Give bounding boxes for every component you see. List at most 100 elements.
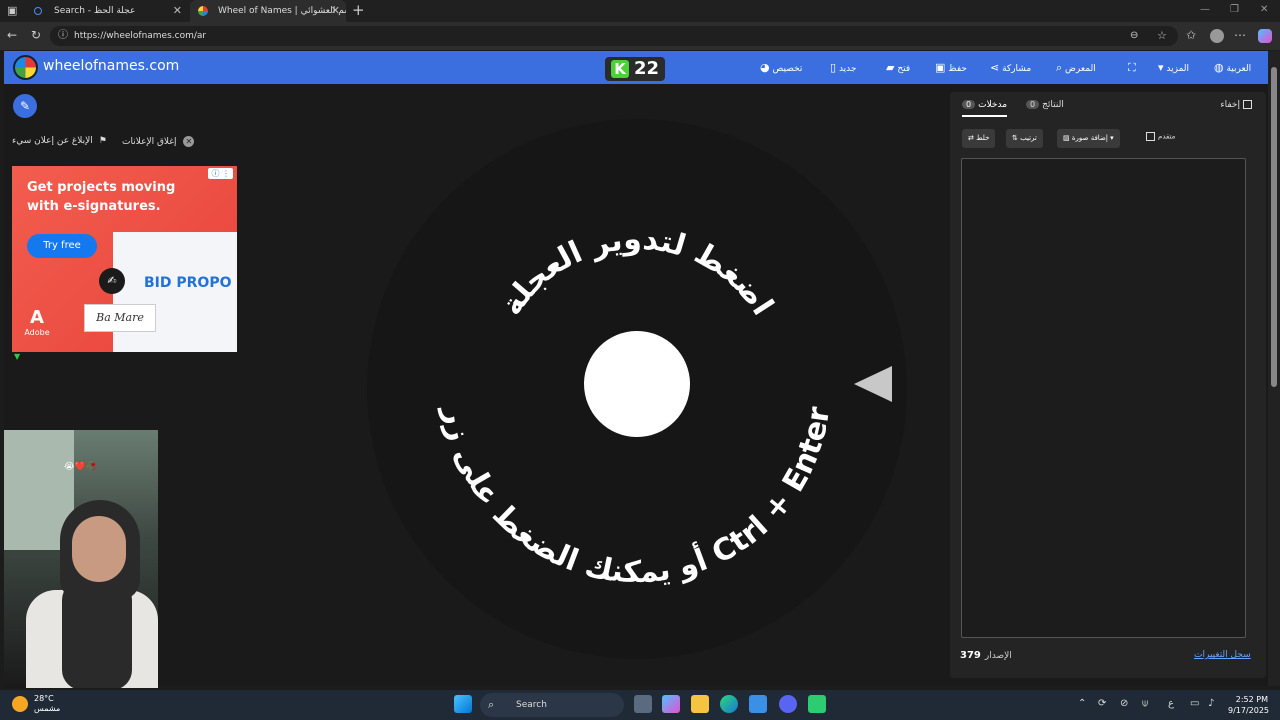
windows-start-icon[interactable] (454, 695, 472, 713)
palette-icon: ◕ (760, 61, 770, 74)
copilot-icon[interactable] (662, 695, 680, 713)
close-window-icon[interactable]: ✕ (1260, 4, 1268, 15)
advertisement[interactable]: Get projects moving with e-signatures. T… (12, 166, 237, 352)
changelog-link[interactable]: سجل التغييرات (1194, 650, 1251, 660)
page-scrollbar[interactable] (1268, 51, 1280, 686)
chevron-down-icon: ▾ (1110, 134, 1114, 142)
close-icon[interactable]: ✕ (331, 0, 340, 22)
tab-label: Search - عجلة الحظ (54, 6, 136, 16)
reader-icon[interactable]: ⊖ (1130, 26, 1138, 46)
discord-icon[interactable] (779, 695, 797, 713)
add-image-button[interactable]: ▨ إضافة صورة ▾ (1057, 129, 1120, 148)
open-button[interactable]: ▰ فتح (882, 51, 910, 84)
checkbox-icon (1146, 132, 1155, 141)
ad-brand-text: BID PROPO (144, 275, 232, 291)
version-info: 379 الإصدار (960, 650, 1012, 661)
close-ads-link[interactable]: إغلاق الإعلانات ✕ (122, 136, 195, 147)
store-icon[interactable] (749, 695, 767, 713)
tab-entries[interactable]: 0 مدخلات (962, 100, 1008, 117)
sort-button[interactable]: ⇅ ترتيب (1006, 129, 1043, 148)
wifi-off-icon[interactable]: ⊘ (1120, 698, 1128, 709)
refresh-icon[interactable]: ↻ (31, 28, 41, 42)
wheel-center[interactable] (584, 331, 690, 437)
tab-actions-icon[interactable]: ▣ (7, 4, 17, 17)
webcam-person-face (72, 516, 126, 582)
customize-button[interactable]: ◕ تخصيص (756, 51, 802, 84)
ad-headline: Get projects moving with e-signatures. (27, 180, 176, 214)
tab-search[interactable]: Search - عجلة الحظ ✕ (26, 0, 188, 22)
pencil-icon: ✎ (19, 99, 31, 113)
site-info-icon[interactable]: ⓘ (58, 26, 68, 46)
close-icon[interactable]: ✕ (173, 0, 182, 22)
sync-icon[interactable]: ⟳ (1098, 698, 1106, 709)
wheel-logo[interactable] (13, 55, 38, 80)
ad-signature: Ba Mare (84, 304, 156, 332)
edit-pencil-button[interactable]: ✎ (13, 94, 37, 118)
webcam-emoji: 😭❤️🥀 (64, 462, 97, 472)
entries-count: 0 (962, 100, 976, 109)
display-icon[interactable]: ▭ (1190, 698, 1199, 709)
image-icon: ▨ (1063, 134, 1070, 142)
profile-avatar[interactable] (1210, 29, 1224, 43)
ad-info-icon[interactable]: ⓘ ⋮ (208, 168, 233, 179)
windows-taskbar: 28°C مشمس ⌕ Search ⌃ ⟳ ⊘ ⍦ ع ▭ ♪ 2:52 PM… (0, 690, 1280, 720)
ad-document-preview (113, 232, 237, 352)
more-menu[interactable]: ▾ المزيد (1154, 51, 1189, 84)
kahoot-counter[interactable]: K 22 (605, 57, 665, 81)
app-icon[interactable] (808, 695, 826, 713)
address-bar-row: ← ↻ ⓘ https://wheelofnames.com/ar ⊖ ☆ ✩ … (0, 22, 1280, 50)
chevron-down-icon: ▾ (1158, 61, 1164, 74)
browser-tab-bar: ▣ Search - عجلة الحظ ✕ Wheel of Names | … (0, 0, 1280, 22)
favorites-icon[interactable]: ✩ (1186, 28, 1196, 42)
wheel-favicon (198, 6, 208, 16)
sun-icon (12, 696, 28, 712)
entries-textarea[interactable] (961, 158, 1246, 638)
fullscreen-button[interactable]: ⛶ (1124, 51, 1136, 84)
back-icon[interactable]: ← (7, 28, 17, 42)
new-button[interactable]: ▯ جديد (826, 51, 856, 84)
taskbar-search[interactable]: ⌕ Search (480, 693, 624, 717)
share-button[interactable]: ⋖ مشاركة (986, 51, 1031, 84)
webcam-overlay: 😭❤️🥀 (4, 430, 158, 688)
gallery-button[interactable]: ⌕ المعرض (1052, 51, 1096, 84)
advanced-checkbox[interactable]: متقدم (1146, 132, 1175, 141)
clock[interactable]: 2:52 PM 9/17/2025 (1228, 694, 1269, 716)
ad-try-free-button[interactable]: Try free (27, 234, 97, 258)
site-brand[interactable]: wheelofnames.com (43, 58, 179, 74)
fullscreen-icon: ⛶ (1128, 61, 1136, 74)
chevron-up-icon[interactable]: ⌃ (1078, 698, 1086, 709)
main-area: ✎ إغلاق الإعلانات ✕ الإبلاغ عن إعلان سيء… (4, 84, 1268, 688)
tab-wheel-of-names[interactable]: Wheel of Names | الاسم العشوائي ✕ (190, 0, 346, 22)
shuffle-button[interactable]: ⇄ خلط (962, 129, 996, 148)
adchoices-icon[interactable]: ▼ (14, 352, 20, 361)
save-button[interactable]: ▣ حفظ (931, 51, 967, 84)
speaker-icon[interactable]: ♪ (1208, 698, 1214, 709)
favorite-star-icon[interactable]: ☆ (1157, 26, 1167, 46)
language-indicator[interactable]: ع (1168, 698, 1174, 709)
hide-checkbox[interactable]: إخفاء (1220, 100, 1252, 110)
sort-icon: ⇅ (1012, 134, 1018, 142)
checkbox-icon (1243, 100, 1252, 109)
tab-results[interactable]: 0 النتائج (1026, 100, 1064, 110)
site-header: wheelofnames.com K 22 ◕ تخصيص ▯ جديد ▰ ف… (4, 51, 1268, 84)
language-menu[interactable]: ◍ العربية (1210, 51, 1251, 84)
menu-dots-icon[interactable]: ⋯ (1234, 28, 1246, 42)
edge-icon[interactable] (720, 695, 738, 713)
address-bar[interactable]: ⓘ https://wheelofnames.com/ar ⊖ ☆ (50, 26, 1178, 46)
scrollbar-thumb[interactable] (1271, 67, 1277, 387)
search-icon: ⌕ (488, 698, 495, 711)
close-circle-icon: ✕ (183, 136, 195, 147)
file-icon: ▯ (830, 61, 837, 74)
minimize-icon[interactable]: — (1200, 4, 1210, 15)
weather-widget[interactable]: 28°C مشمس (12, 694, 60, 714)
restore-icon[interactable]: ❐ (1230, 4, 1239, 15)
report-ad-link[interactable]: الإبلاغ عن إعلان سيء ⚑ (12, 136, 107, 146)
mic-icon[interactable]: ⍦ (1142, 698, 1148, 709)
task-view-icon[interactable] (634, 695, 652, 713)
new-tab-button[interactable]: + (352, 0, 365, 20)
file-explorer-icon[interactable] (691, 695, 709, 713)
spin-wheel[interactable]: اضغط لتدوير العجلة أو يمكنك الضغط على زر… (364, 116, 910, 662)
folder-icon: ▰ (886, 61, 895, 74)
copilot-icon[interactable] (1258, 29, 1272, 43)
signature-pen-icon: ✍ (99, 268, 125, 294)
